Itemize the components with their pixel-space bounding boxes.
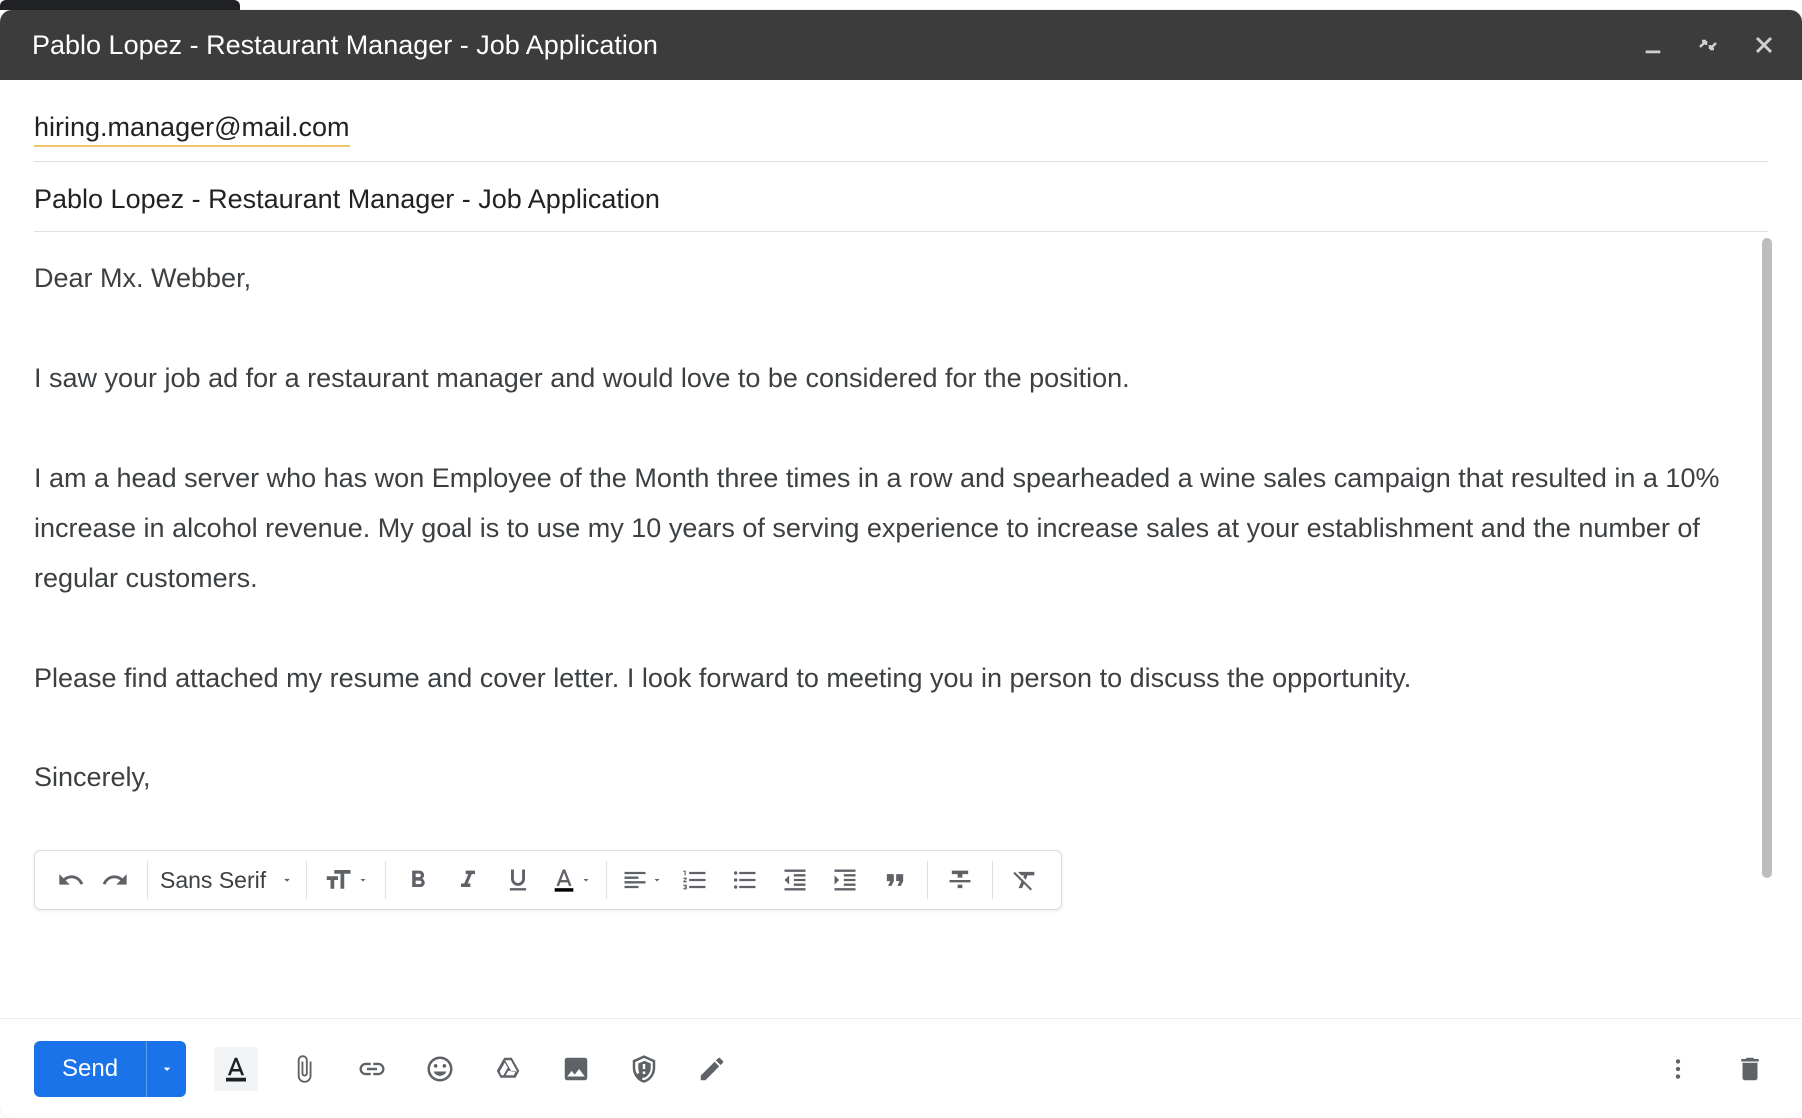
separator: [385, 861, 386, 899]
window-title: Pablo Lopez - Restaurant Manager - Job A…: [32, 30, 1642, 61]
indent-less-button[interactable]: [773, 858, 817, 902]
formatting-toolbar: Sans Serif: [34, 850, 1062, 910]
bottom-toolbar: Send: [0, 1018, 1802, 1118]
confidential-mode-button[interactable]: [622, 1047, 666, 1091]
remove-formatting-button[interactable]: [1003, 858, 1047, 902]
formatting-options-button[interactable]: [214, 1047, 258, 1091]
more-options-button[interactable]: [1656, 1047, 1700, 1091]
chevron-down-icon: [651, 874, 663, 886]
body-paragraph: Please find attached my resume and cover…: [34, 654, 1742, 704]
italic-button[interactable]: [446, 858, 490, 902]
bold-button[interactable]: [396, 858, 440, 902]
insert-photo-button[interactable]: [554, 1047, 598, 1091]
body-greeting: Dear Mx. Webber,: [34, 254, 1742, 304]
underline-button[interactable]: [496, 858, 540, 902]
restore-button[interactable]: [1696, 33, 1720, 57]
separator: [606, 861, 607, 899]
separator: [992, 861, 993, 899]
attach-file-button[interactable]: [282, 1047, 326, 1091]
insert-toolbar: [214, 1047, 734, 1091]
minimize-button[interactable]: [1642, 34, 1664, 56]
chevron-down-icon: [580, 874, 592, 886]
bulleted-list-button[interactable]: [723, 858, 767, 902]
font-family-select[interactable]: Sans Serif: [150, 867, 304, 894]
numbered-list-button[interactable]: [673, 858, 717, 902]
compose-window: Pablo Lopez - Restaurant Manager - Job A…: [0, 10, 1802, 1118]
strikethrough-button[interactable]: [938, 858, 982, 902]
scrollbar[interactable]: [1762, 238, 1772, 878]
separator: [927, 861, 928, 899]
insert-signature-button[interactable]: [690, 1047, 734, 1091]
chevron-down-icon: [357, 874, 369, 886]
align-button[interactable]: [617, 858, 667, 902]
redo-button[interactable]: [93, 858, 137, 902]
send-button-group: Send: [34, 1041, 186, 1097]
separator: [147, 861, 148, 899]
subject-field[interactable]: Pablo Lopez - Restaurant Manager - Job A…: [34, 162, 1768, 232]
send-button[interactable]: Send: [34, 1041, 146, 1097]
font-family-label: Sans Serif: [160, 867, 266, 894]
chevron-down-icon: [280, 873, 294, 887]
discard-draft-button[interactable]: [1728, 1047, 1772, 1091]
send-options-button[interactable]: [146, 1041, 186, 1097]
recipient-chip[interactable]: hiring.manager@mail.com: [34, 112, 350, 147]
chevron-down-icon: [159, 1061, 175, 1077]
indent-more-button[interactable]: [823, 858, 867, 902]
font-size-button[interactable]: [317, 858, 375, 902]
separator: [306, 861, 307, 899]
quote-button[interactable]: [873, 858, 917, 902]
window-controls: [1642, 33, 1776, 57]
insert-emoji-button[interactable]: [418, 1047, 462, 1091]
recipients-field[interactable]: hiring.manager@mail.com: [34, 104, 1768, 162]
body-closing: Sincerely,: [34, 753, 1742, 803]
insert-drive-button[interactable]: [486, 1047, 530, 1091]
right-actions: [1656, 1047, 1772, 1091]
compose-content: hiring.manager@mail.com Pablo Lopez - Re…: [0, 80, 1802, 1018]
body-paragraph: I saw your job ad for a restaurant manag…: [34, 354, 1742, 404]
body-paragraph: I am a head server who has won Employee …: [34, 454, 1742, 604]
close-button[interactable]: [1752, 33, 1776, 57]
titlebar: Pablo Lopez - Restaurant Manager - Job A…: [0, 10, 1802, 80]
undo-button[interactable]: [49, 858, 93, 902]
text-color-button[interactable]: [546, 858, 596, 902]
insert-link-button[interactable]: [350, 1047, 394, 1091]
tab-strip: [0, 0, 240, 10]
